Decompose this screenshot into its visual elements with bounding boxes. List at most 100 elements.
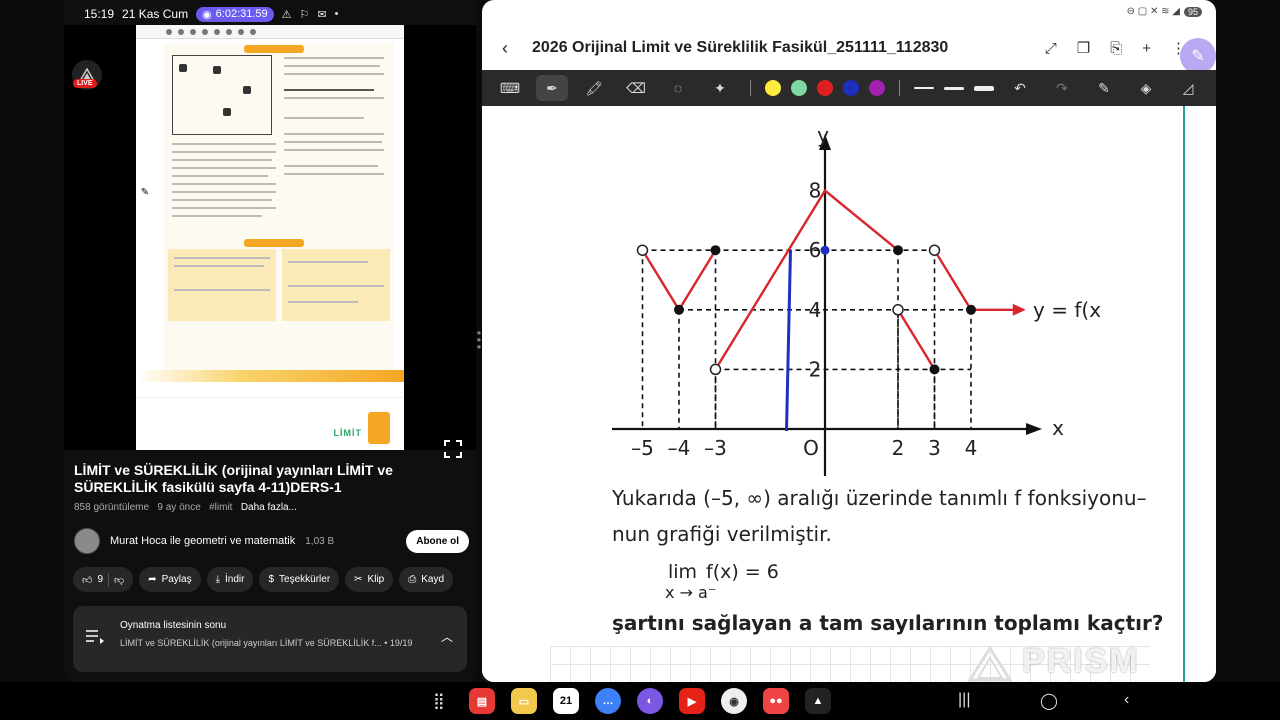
- keyboard-icon[interactable]: ⌨: [494, 75, 526, 101]
- annotation-point: [820, 245, 830, 255]
- thanks-label: Teşekkürler: [279, 574, 331, 585]
- y-tick-label: 2: [809, 357, 822, 381]
- note-canvas[interactable]: –5 –4 –3 2 3 4 2 4 6 8 Ox y y = f(x) Yukarıda (–5, ∞…: [482, 106, 1216, 682]
- clip-label: Klip: [367, 574, 385, 585]
- more-link[interactable]: Daha fazla...: [241, 502, 297, 513]
- undo-icon[interactable]: ↶: [1004, 75, 1036, 101]
- thumb-next-page: LİMİT: [136, 397, 404, 450]
- closed-point: [710, 245, 721, 256]
- home-button-icon[interactable]: ◯: [1040, 691, 1058, 711]
- page-margin-line: [1183, 106, 1185, 682]
- closed-point: [674, 304, 684, 315]
- record-icon: ◉: [202, 8, 212, 21]
- open-point: [636, 244, 649, 256]
- x-tick-label: 4: [965, 436, 978, 460]
- channel-name[interactable]: Murat Hoca ile geometri ve matematik: [110, 535, 295, 547]
- app-youtube-icon[interactable]: ▶: [679, 688, 705, 714]
- download-button[interactable]: ⤓ İndir: [206, 567, 254, 592]
- video-title: LİMİT ve SÜREKLİLİK (orijinal yayınları …: [74, 462, 393, 495]
- like-dislike-button[interactable]: 👍︎ 9 👎︎: [73, 567, 134, 592]
- live-badge: LIVE: [73, 79, 97, 88]
- function-graph: –5 –4 –3 2 3 42468Oxyy = f(x): [612, 123, 1102, 476]
- back-icon[interactable]: ‹: [502, 38, 522, 59]
- app-calendar-icon[interactable]: 21: [553, 688, 579, 714]
- stroke-medium[interactable]: [944, 86, 964, 90]
- y-tick-label: 8: [809, 179, 822, 203]
- share-button[interactable]: ➦ Paylaş: [139, 567, 201, 592]
- app-prism-icon[interactable]: ▲: [805, 688, 831, 714]
- stroke-thin[interactable]: [914, 87, 934, 89]
- download-label: İndir: [225, 574, 245, 585]
- status-date: 21 Kas Cum: [122, 7, 189, 21]
- fill-icon[interactable]: ◈: [1130, 75, 1162, 101]
- x-tick-label: –4: [668, 436, 691, 460]
- prism-logo-icon: [968, 646, 1012, 682]
- app-browser-icon[interactable]: ◐: [637, 688, 663, 714]
- pen-tool-icon[interactable]: ✒: [536, 75, 568, 101]
- redo-icon[interactable]: ↷: [1046, 75, 1078, 101]
- subscribe-button[interactable]: Abone ol: [406, 529, 469, 553]
- thanks-button[interactable]: $ Teşekkürler: [259, 567, 340, 592]
- pen-overlay-icon[interactable]: ✎: [137, 184, 153, 200]
- floating-pen-icon[interactable]: ✎: [1180, 38, 1216, 74]
- magic-icon[interactable]: ✦: [704, 75, 736, 101]
- app-notes-icon[interactable]: ▤: [469, 688, 495, 714]
- fullscreen-icon[interactable]: [444, 440, 462, 458]
- color-red[interactable]: [817, 80, 833, 96]
- color-purple[interactable]: [869, 80, 885, 96]
- apps-grid-icon[interactable]: ⣿: [433, 691, 445, 711]
- video-player[interactable]: LİMİT LIVE ✎: [64, 25, 476, 458]
- shape-icon[interactable]: ◿: [1172, 75, 1204, 101]
- page-edit-icon[interactable]: ⎘: [1110, 40, 1122, 57]
- hashtag-link[interactable]: #limit: [209, 502, 232, 513]
- lim-subscript: x → a⁻: [665, 583, 717, 602]
- x-tick-label: –3: [704, 436, 727, 460]
- thumb-figure: [172, 55, 272, 135]
- pen-settings-icon[interactable]: ✎: [1088, 75, 1120, 101]
- thumbs-down-icon[interactable]: 👎︎: [114, 574, 124, 586]
- thumb-band: [136, 370, 404, 382]
- recording-timer-text: 6:02:31.59: [215, 8, 268, 20]
- playlist-panel[interactable]: Oynatma listesinin sonu LİMİT ve SÜREKLİ…: [73, 606, 467, 672]
- avatar[interactable]: [74, 528, 100, 554]
- curve-segment: [714, 188, 899, 371]
- playlist-subtitle: LİMİT ve SÜREKLİLİK (orijinal yayınları …: [120, 638, 413, 648]
- eraser-icon[interactable]: ⌫: [620, 75, 652, 101]
- title-bar: ‹ 2026 Orijinal Limit ve Süreklilik Fasi…: [482, 28, 1216, 68]
- x-axis-arrow: [1026, 423, 1042, 435]
- thumb-page: [164, 43, 394, 373]
- view-count: 858 görüntüleme: [74, 502, 150, 513]
- thumbs-up-icon: 👍︎: [82, 574, 93, 586]
- stroke-thick[interactable]: [974, 85, 994, 91]
- back-button-icon[interactable]: ‹: [1124, 691, 1129, 709]
- warning-icon: ⚠: [281, 8, 292, 21]
- scissors-icon: ✂: [354, 574, 363, 585]
- add-icon[interactable]: +: [1142, 40, 1151, 57]
- recording-timer[interactable]: ◉ 6:02:31.59: [196, 6, 274, 22]
- x-tick-label: 2: [892, 436, 905, 460]
- app-recorder-icon[interactable]: ●●: [763, 688, 789, 714]
- status-icons: ⊖ ▢ ✕ ≋ ◢: [1126, 6, 1180, 17]
- app-camera-icon[interactable]: ◉: [721, 688, 747, 714]
- chevron-up-icon[interactable]: ︿: [441, 628, 453, 645]
- lasso-icon[interactable]: ◌: [662, 75, 694, 101]
- closed-point: [966, 304, 976, 315]
- color-green[interactable]: [791, 80, 807, 96]
- thumb-logo-badge: [368, 412, 390, 444]
- curve-segment: [896, 309, 936, 371]
- app-messages-icon[interactable]: …: [595, 688, 621, 714]
- recents-button-icon[interactable]: |||: [958, 691, 970, 709]
- color-blue[interactable]: [843, 80, 859, 96]
- closed-point: [893, 245, 903, 256]
- highlighter-icon[interactable]: 🖍︎: [578, 75, 610, 101]
- color-yellow[interactable]: [765, 80, 781, 96]
- expand-icon[interactable]: ⤢: [1045, 40, 1057, 57]
- share-icon: ➦: [148, 574, 157, 585]
- app-folder-icon[interactable]: ▭: [511, 688, 537, 714]
- taskbar: ⣿ ▤ ▭ 21 … ◐ ▶ ◉ ●● ▲ ||| ◯ ‹: [0, 682, 1280, 720]
- video-meta: 858 görüntüleme 9 ay önce #limit Daha fa…: [74, 502, 297, 513]
- dot-icon: •: [334, 8, 339, 20]
- clip-button[interactable]: ✂ Klip: [345, 567, 394, 592]
- save-button[interactable]: ⎙ Kayd: [399, 567, 454, 592]
- book-view-icon[interactable]: ❐: [1077, 39, 1090, 57]
